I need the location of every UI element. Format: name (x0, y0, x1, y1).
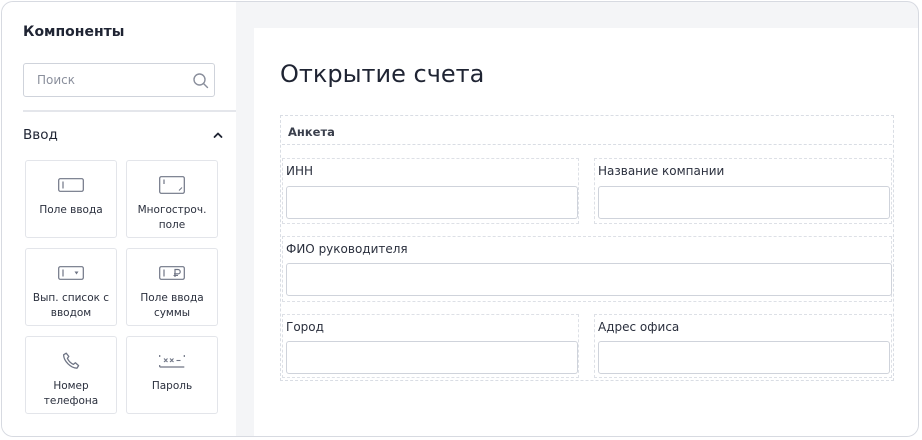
component-tile-text-input[interactable]: Поле ввода (25, 160, 117, 238)
tile-label: Многостроч. поле (137, 204, 207, 231)
field-label-director: ФИО руководителя (286, 242, 408, 256)
form-section-header[interactable]: Анкета (282, 117, 892, 145)
director-input[interactable] (286, 263, 892, 296)
field-director[interactable]: ФИО руководителя (282, 236, 892, 302)
inn-input[interactable] (286, 186, 578, 219)
form-section-title: Анкета (288, 125, 335, 139)
textarea-icon (159, 176, 185, 194)
component-tile-combobox[interactable]: Вып. список с вводом (25, 248, 117, 326)
component-tile-currency-input[interactable]: Поле ввода суммы (126, 248, 218, 326)
section-header-input[interactable]: Ввод (23, 126, 225, 146)
tile-label: Номер телефона (43, 380, 99, 407)
tile-label: Поле ввода суммы (140, 292, 204, 319)
section-title: Ввод (23, 127, 58, 143)
field-label-office-address: Адрес офиса (598, 320, 680, 334)
tile-label: Пароль (151, 380, 193, 392)
tile-label: Поле ввода (39, 204, 103, 216)
sidebar-title: Компоненты (23, 24, 125, 40)
component-tile-textarea[interactable]: Многостроч. поле (126, 160, 218, 238)
search-icon[interactable] (192, 72, 209, 89)
search-input[interactable] (24, 64, 184, 96)
currency-input-icon (159, 266, 185, 280)
password-icon (159, 355, 185, 368)
city-input[interactable] (286, 341, 578, 374)
field-office-address[interactable]: Адрес офиса (594, 314, 892, 378)
chevron-up-icon[interactable] (213, 131, 223, 139)
app-window: Компоненты Ввод Поле ввода (1, 1, 919, 437)
component-tile-phone[interactable]: Номер телефона (25, 336, 117, 414)
text-input-icon (58, 178, 84, 192)
component-tile-password[interactable]: Пароль (126, 336, 218, 414)
field-label-company-name: Название компании (598, 164, 725, 178)
tile-label: Вып. список с вводом (32, 292, 110, 319)
phone-icon (62, 352, 80, 369)
form-canvas: Открытие счета Анкета ИНН Название компа… (254, 28, 918, 436)
components-sidebar: Компоненты Ввод Поле ввода (2, 2, 236, 436)
company-name-input[interactable] (598, 186, 890, 219)
field-label-inn: ИНН (286, 164, 314, 178)
office-address-input[interactable] (598, 341, 890, 374)
page-title: Открытие счета (280, 60, 485, 88)
field-company-name[interactable]: Название компании (594, 158, 892, 224)
combobox-icon (58, 266, 84, 280)
field-label-city: Город (286, 320, 324, 334)
field-inn[interactable]: ИНН (282, 158, 579, 224)
search-box[interactable] (23, 63, 215, 97)
sidebar-divider (23, 110, 236, 112)
form-container[interactable]: Анкета ИНН Название компании ФИО руковод… (280, 115, 894, 381)
field-city[interactable]: Город (282, 314, 579, 378)
